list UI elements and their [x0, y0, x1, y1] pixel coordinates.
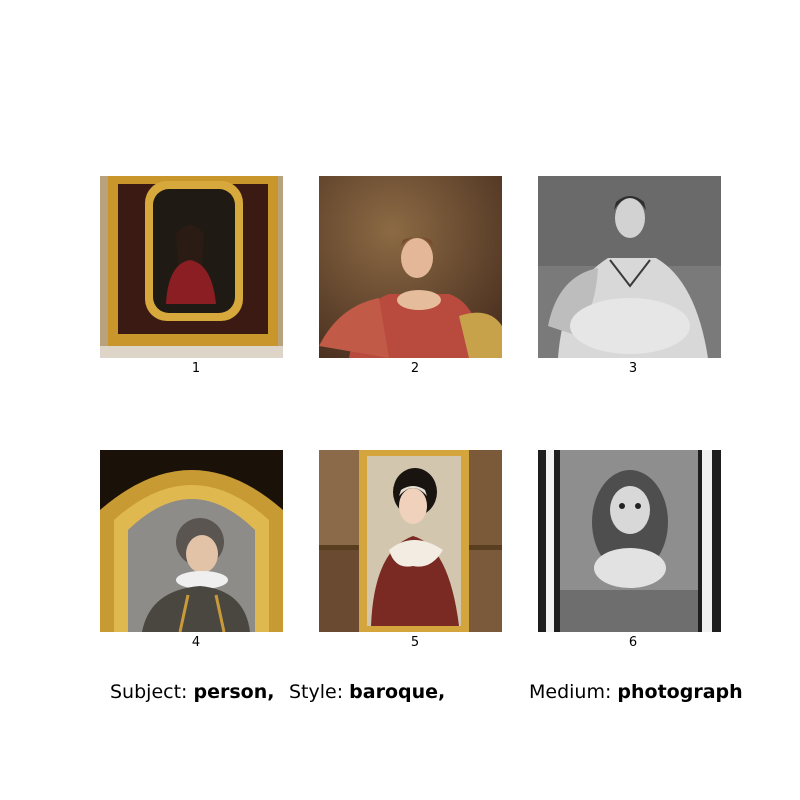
- image-2: [319, 176, 502, 358]
- image-1: [100, 176, 283, 358]
- image-5: [319, 450, 502, 632]
- image-6: [538, 450, 721, 632]
- image-1-caption: 1: [191, 361, 201, 376]
- style-label: Style:: [289, 681, 344, 703]
- style-text: Style: baroque,: [289, 680, 445, 704]
- image-2-caption: 2: [410, 361, 420, 376]
- subject-text: Subject: person,: [110, 680, 274, 704]
- grayscale-woman-portrait-icon: [538, 176, 721, 358]
- image-3-caption: 3: [628, 361, 638, 376]
- medium-text: Medium: photograph: [529, 680, 743, 704]
- style-value: baroque,: [349, 681, 446, 703]
- image-6-caption: 6: [628, 635, 638, 650]
- woman-in-red-dress-portrait-icon: [319, 176, 502, 358]
- image-4: [100, 450, 283, 632]
- image-5-caption: 5: [410, 635, 420, 650]
- medium-value: photograph: [617, 681, 743, 703]
- image-grid-figure: 1 2 3 4 5 6 Subject: person, Style: baro…: [0, 0, 800, 800]
- subject-label: Subject:: [110, 681, 188, 703]
- subject-value: person,: [193, 681, 275, 703]
- girl-portrait-in-gallery-frame-icon: [319, 450, 502, 632]
- image-3: [538, 176, 721, 358]
- grayscale-child-photograph-icon: [538, 450, 721, 632]
- medium-label: Medium:: [529, 681, 612, 703]
- man-with-ruff-in-arched-frame-icon: [100, 450, 283, 632]
- image-4-caption: 4: [191, 635, 201, 650]
- portrait-in-gilded-frame-icon: [100, 176, 283, 358]
